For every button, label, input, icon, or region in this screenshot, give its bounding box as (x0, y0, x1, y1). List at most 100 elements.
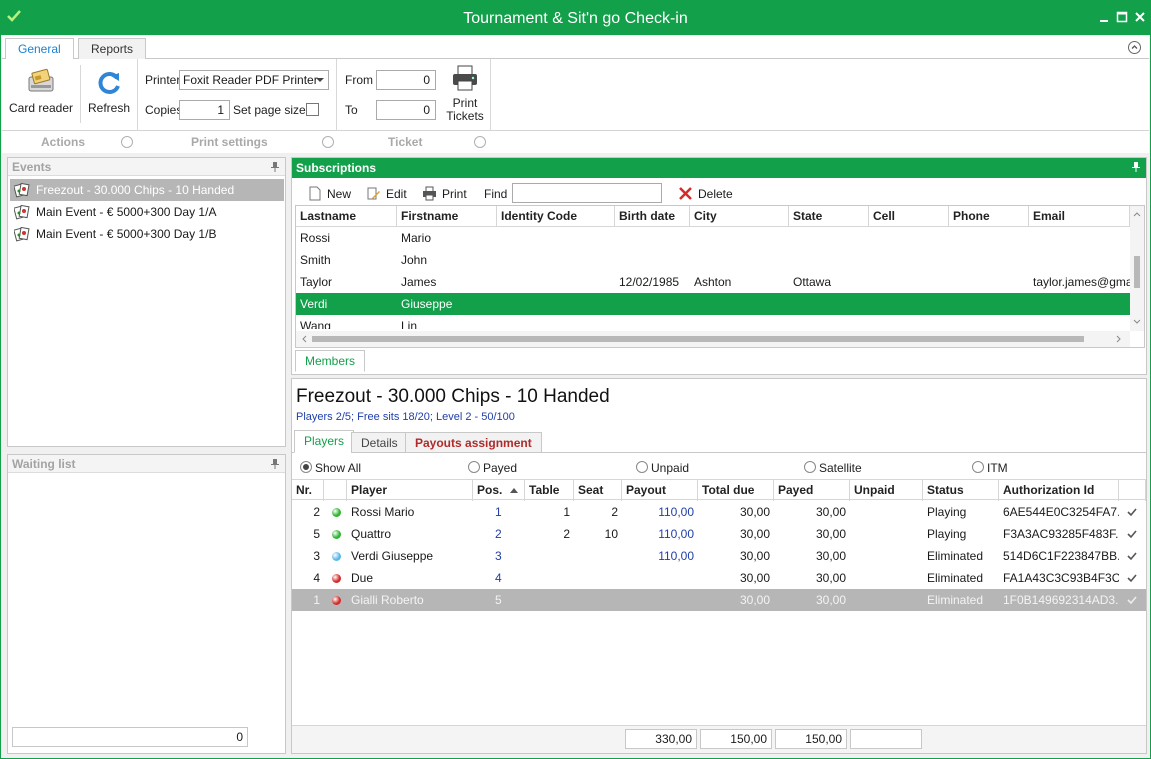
table-row[interactable]: Rossi Mario (296, 227, 1130, 249)
delete-button[interactable]: Delete (678, 185, 733, 203)
print-tickets-button[interactable]: Print Tickets (442, 63, 488, 129)
table-row[interactable]: 3 Verdi Giuseppe 3 110,00 30,00 30,00 Eliminat… (292, 545, 1146, 567)
printer-select[interactable]: Foxit Reader PDF Printer (179, 70, 329, 90)
tab-members[interactable]: Members (295, 350, 366, 372)
pin-icon[interactable] (271, 459, 279, 469)
column-header-table[interactable]: Table (525, 480, 574, 501)
cell-seat: 2 (611, 505, 618, 519)
cell-payout: 110,00 (658, 549, 694, 563)
column-header-city[interactable]: City (690, 206, 789, 227)
column-header-firstname[interactable]: Firstname (397, 206, 497, 227)
minimize-button[interactable] (1097, 10, 1111, 24)
column-header-birth-date[interactable]: Birth date (615, 206, 690, 227)
event-item-label: Main Event - € 5000+300 Day 1/A (36, 205, 217, 219)
column-header-authorization-id[interactable]: Authorization Id (999, 480, 1119, 501)
separator (336, 59, 337, 131)
table-row[interactable]: 2 Rossi Mario 1 1 2 110,00 30,00 30,00 Playing 6A… (292, 501, 1146, 523)
cell-unpaid (850, 567, 923, 589)
event-item[interactable]: Main Event - € 5000+300 Day 1/A (10, 201, 284, 223)
column-header-payout[interactable]: Payout (622, 480, 698, 501)
ticket-group-launcher[interactable] (474, 136, 486, 148)
cell-lastname: Verdi (300, 297, 328, 311)
cell-nr: 3 (313, 549, 320, 563)
table-row[interactable]: Wang Lin (296, 315, 1130, 329)
tab-reports[interactable]: Reports (78, 38, 147, 60)
cell-pos: 1 (495, 505, 502, 519)
close-button[interactable] (1133, 10, 1147, 24)
status-dot-icon (332, 552, 341, 561)
ribbon-collapse-button[interactable] (1128, 41, 1141, 54)
column-header-nr[interactable]: Nr. (292, 480, 324, 501)
column-header-cell[interactable]: Cell (869, 206, 949, 227)
show-all-radio[interactable] (300, 461, 312, 473)
pin-icon[interactable] (1132, 162, 1140, 172)
column-header-status[interactable]: Status (923, 480, 999, 501)
card-reader-button[interactable]: Card reader (8, 65, 74, 125)
actions-group-launcher[interactable] (121, 136, 133, 148)
copies-input[interactable]: 1 (179, 100, 230, 120)
column-header-unpaid[interactable]: Unpaid (850, 480, 923, 501)
satellite-radio[interactable] (804, 461, 816, 473)
waiting-list-title: Waiting list (12, 457, 76, 471)
separator (490, 59, 491, 131)
status-dot-icon (332, 530, 341, 539)
check-icon (1127, 508, 1137, 517)
table-row[interactable]: Taylor James 12/02/1985 Ashton Ottawa ta… (296, 271, 1130, 293)
column-header-email[interactable]: Email (1029, 206, 1130, 227)
scroll-down-icon[interactable] (1130, 317, 1144, 327)
cell-payed: 30,00 (815, 571, 846, 585)
new-button[interactable]: New (307, 185, 351, 203)
tab-general[interactable]: General (5, 38, 74, 60)
itm-radio[interactable] (972, 461, 984, 473)
set-page-size-checkbox[interactable] (306, 103, 319, 116)
table-row[interactable]: Smith John (296, 249, 1130, 271)
table-row[interactable]: 5 Quattro 2 2 10 110,00 30,00 30,00 Playing F3A3A… (292, 523, 1146, 545)
column-header-player[interactable]: Player (347, 480, 473, 501)
vertical-scroll-thumb[interactable] (1134, 256, 1140, 288)
table-row-selected[interactable]: 1 Gialli Roberto 5 30,00 30,00 Eliminated 1F0B… (292, 589, 1146, 611)
cell-payout (622, 589, 698, 611)
printer-icon (423, 186, 436, 201)
pin-icon[interactable] (271, 162, 279, 172)
window-title: Tournament & Sit'n go Check-in (463, 10, 688, 27)
print-settings-group-launcher[interactable] (322, 136, 334, 148)
vertical-scrollbar[interactable] (1130, 206, 1144, 331)
cell-nr: 1 (313, 593, 320, 607)
column-header-lastname[interactable]: Lastname (296, 206, 397, 227)
scroll-up-icon[interactable] (1130, 209, 1144, 219)
scroll-left-icon[interactable] (299, 331, 309, 347)
column-header-phone[interactable]: Phone (949, 206, 1029, 227)
cell-payout: 110,00 (658, 505, 694, 519)
tab-payouts-assignment[interactable]: Payouts assignment (405, 432, 542, 453)
horizontal-scroll-thumb[interactable] (312, 336, 1084, 342)
maximize-button[interactable] (1115, 10, 1129, 24)
horizontal-scrollbar[interactable] (296, 331, 1130, 347)
column-header-state[interactable]: State (789, 206, 869, 227)
cell-authorization-id: FA1A43C3C93B4F3C... (1003, 571, 1119, 585)
column-header-payed[interactable]: Payed (774, 480, 850, 501)
set-page-size-label: Set page size (233, 103, 306, 117)
to-input[interactable]: 0 (376, 100, 436, 120)
print-button[interactable]: Print (422, 185, 467, 203)
check-icon (1127, 552, 1137, 561)
close-icon (1135, 12, 1145, 22)
table-row[interactable]: 4 Due 4 30,00 30,00 Eliminated FA1A43C3C93B4F3… (292, 567, 1146, 589)
find-input[interactable] (512, 183, 662, 203)
scroll-right-icon[interactable] (1114, 331, 1124, 347)
unpaid-radio[interactable] (636, 461, 648, 473)
column-header-pos[interactable]: Pos. (473, 480, 525, 501)
event-item[interactable]: Main Event - € 5000+300 Day 1/B (10, 223, 284, 245)
column-header-seat[interactable]: Seat (574, 480, 622, 501)
cell-seat: 10 (604, 527, 618, 541)
event-item[interactable]: Freezout - 30.000 Chips - 10 Handed (10, 179, 284, 201)
from-input[interactable]: 0 (376, 70, 436, 90)
table-row-selected[interactable]: Verdi Giuseppe (296, 293, 1130, 315)
tab-players[interactable]: Players (294, 430, 355, 453)
tab-details[interactable]: Details (351, 432, 408, 453)
payed-radio[interactable] (468, 461, 480, 473)
column-header-total-due[interactable]: Total due (698, 480, 774, 501)
edit-button[interactable]: Edit (366, 185, 407, 203)
refresh-button[interactable]: Refresh (84, 65, 134, 125)
column-header-identity-code[interactable]: Identity Code (497, 206, 615, 227)
status-dot-icon (332, 596, 341, 605)
